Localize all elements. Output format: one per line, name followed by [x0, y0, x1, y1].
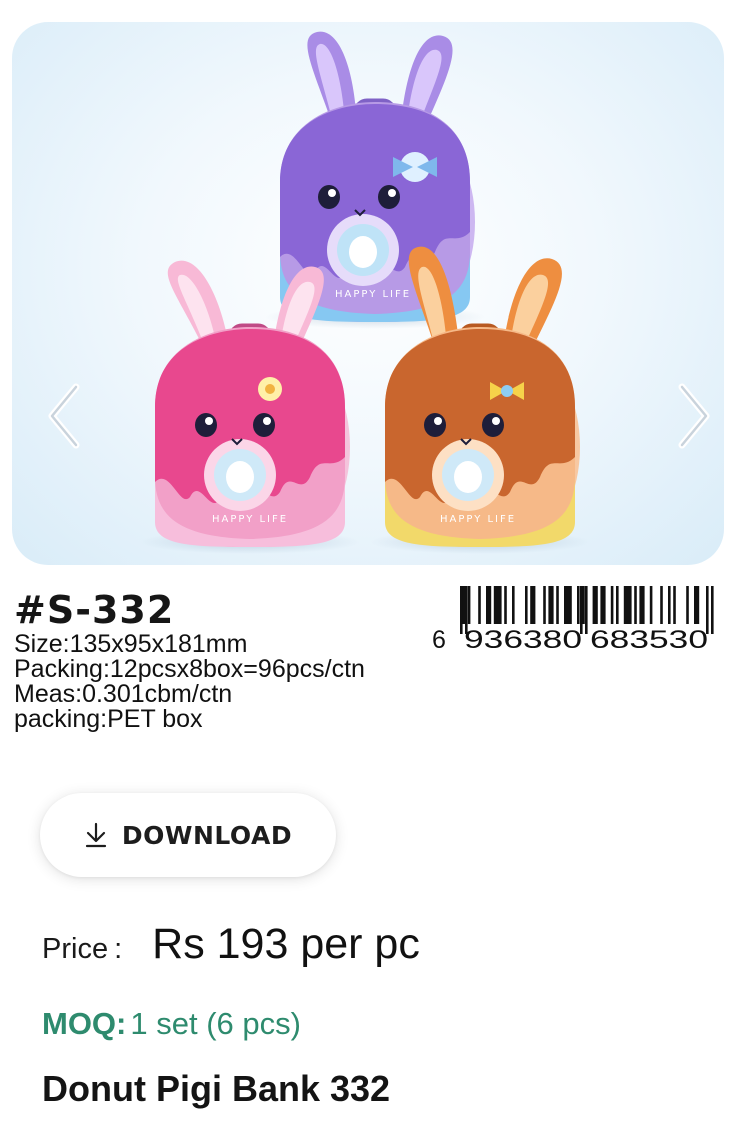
barcode-bar	[577, 586, 580, 624]
barcode-bar	[668, 586, 671, 624]
barcode-bar	[694, 586, 700, 624]
barcode-bar	[504, 586, 507, 624]
carousel-prev-button[interactable]	[40, 377, 88, 455]
barcode-bar	[564, 586, 572, 624]
product-photo: HAPPY LIFE HAPPY LIFE HAPPY LIFE	[140, 31, 590, 554]
barcode-prefix: 6	[432, 626, 446, 654]
barcode-bar	[478, 586, 481, 624]
svg-text:HAPPY LIFE: HAPPY LIFE	[212, 514, 288, 525]
barcode-bar	[600, 586, 606, 624]
barcode-bar	[660, 586, 663, 624]
product-sku: #S-332	[14, 588, 175, 632]
product-page: HAPPY LIFE HAPPY LIFE HAPPY LIFE #S-332 …	[0, 0, 738, 1139]
chevron-right-icon	[678, 383, 710, 449]
moq-row: MOQ: 1 set (6 pcs)	[42, 1006, 301, 1042]
price-colon: :	[114, 933, 123, 965]
moq-label: MOQ:	[42, 1006, 127, 1041]
barcode-bar	[639, 586, 645, 624]
barcode-bar	[623, 586, 632, 624]
barcode-guard-bar	[711, 586, 714, 634]
barcode-bar	[610, 586, 614, 624]
barcode-bar	[486, 586, 492, 624]
barcode-bar	[525, 586, 528, 624]
barcode-bar	[530, 586, 536, 624]
barcode-bar	[548, 586, 554, 624]
barcode-guard-bar	[585, 586, 588, 634]
barcode-bar	[592, 586, 598, 624]
barcode-bar	[467, 586, 471, 624]
barcode-guard-bar	[460, 586, 463, 634]
barcode-bar	[512, 586, 515, 624]
moq-value: 1 set (6 pcs)	[130, 1006, 301, 1041]
product-name: Donut Pigi Bank 332	[42, 1068, 391, 1109]
chevron-left-icon	[48, 383, 80, 449]
download-icon	[85, 822, 106, 848]
spec-packing: Packing:12pcsx8box=96pcs/ctn	[14, 655, 365, 683]
download-button[interactable]: DOWNLOAD	[40, 793, 336, 877]
barcode-right-digits: 683530	[590, 626, 708, 654]
price-label: Price	[42, 933, 109, 965]
svg-text:HAPPY LIFE: HAPPY LIFE	[440, 514, 516, 525]
barcode-left-digits: 936380	[464, 626, 582, 654]
barcode-bar	[616, 586, 619, 624]
price-row: Price : Rs 193 per pc	[42, 920, 420, 969]
barcode-bar	[649, 586, 653, 624]
barcode-bar	[493, 586, 502, 624]
barcode: 6 936380 683530	[432, 586, 714, 654]
barcode-bar	[556, 586, 559, 624]
spec-size: Size:135x95x181mm	[14, 630, 248, 658]
barcode-bar	[634, 586, 637, 624]
spec-measurement: Meas:0.301cbm/ctn	[14, 680, 233, 708]
carousel-next-button[interactable]	[670, 377, 718, 455]
product-spec: #S-332 Size:135x95x181mm Packing:12pcsx8…	[14, 588, 454, 732]
barcode-bar	[686, 586, 689, 624]
spec-packing-type: packing:PET box	[14, 705, 203, 733]
barcode-bar	[673, 586, 676, 624]
price-value: Rs 193 per pc	[152, 920, 420, 968]
product-image-carousel[interactable]: HAPPY LIFE HAPPY LIFE HAPPY LIFE	[12, 22, 724, 565]
download-label: DOWNLOAD	[121, 820, 293, 850]
barcode-bar	[543, 586, 546, 624]
svg-text:HAPPY LIFE: HAPPY LIFE	[335, 289, 411, 300]
